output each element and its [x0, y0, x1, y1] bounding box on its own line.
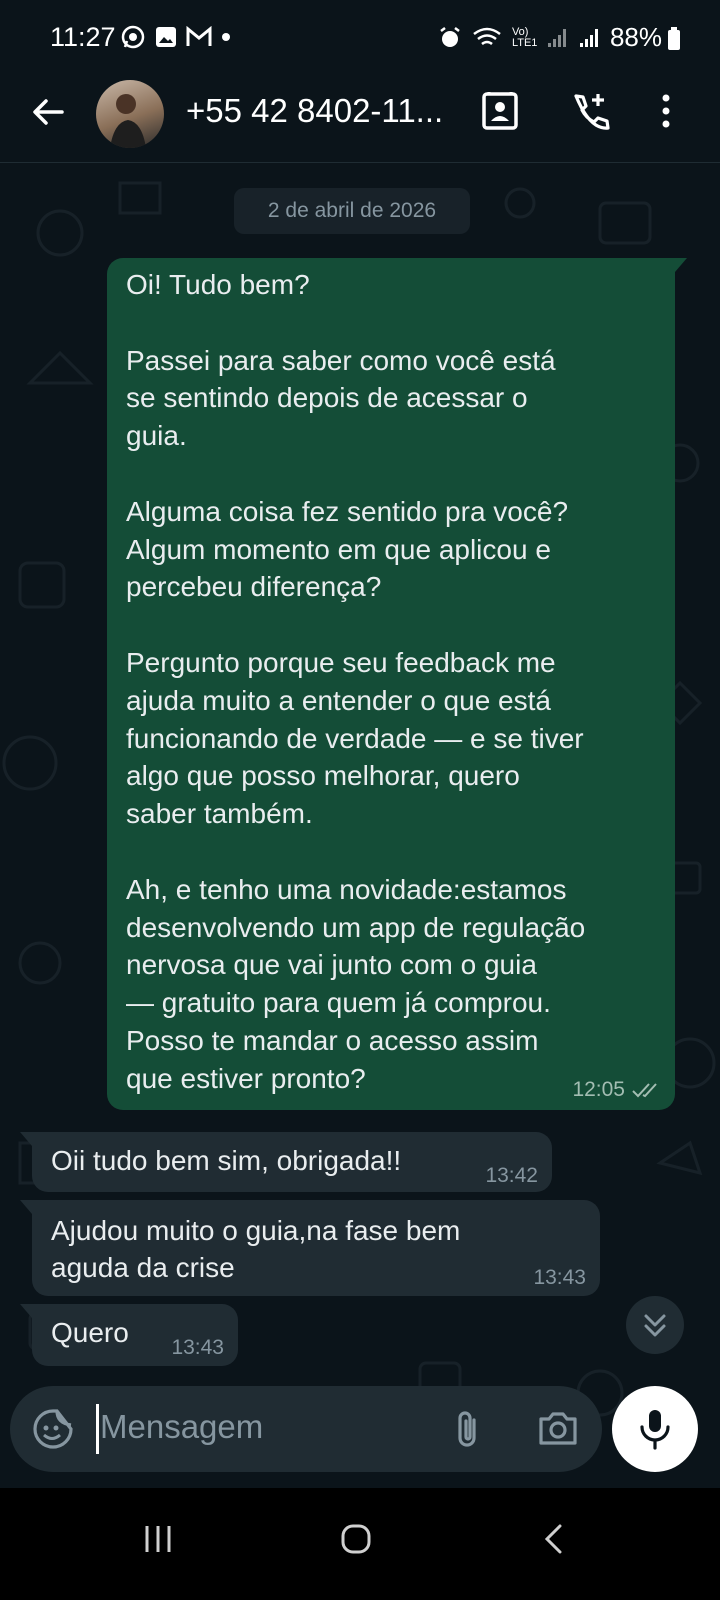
- contact-card-icon[interactable]: [480, 90, 520, 132]
- system-nav-bar: [0, 1488, 720, 1600]
- system-icons: Vo) LTE1 88%: [438, 22, 662, 53]
- message-time: 13:43: [171, 1336, 224, 1359]
- message-meta: 12:05: [572, 1078, 661, 1102]
- message-text: Oii tudo bem sim, obrigada!!: [51, 1145, 402, 1176]
- home-icon[interactable]: [340, 1524, 372, 1554]
- back-arrow-icon[interactable]: [28, 92, 68, 132]
- text-cursor: [96, 1404, 99, 1454]
- mic-icon: [640, 1410, 670, 1450]
- message-time: 12:05: [572, 1078, 625, 1101]
- incoming-message[interactable]: Oii tudo bem sim, obrigada!! 13:42: [20, 1132, 552, 1192]
- message-time: 13:42: [485, 1164, 538, 1187]
- voice-message-button[interactable]: [612, 1386, 698, 1472]
- status-bar: 11:27 Vo) LTE1 88%: [0, 0, 720, 80]
- date-chip: 2 de abril de 2026: [234, 188, 470, 234]
- network-label: Vo) LTE1: [511, 25, 538, 49]
- contact-name[interactable]: +55 42 8402-11...: [186, 92, 443, 130]
- message-time: 13:43: [533, 1266, 586, 1289]
- message-text: Ajudou muito o guia,na fase bem aguda da…: [51, 1215, 461, 1283]
- scroll-to-bottom-button[interactable]: [626, 1296, 684, 1354]
- double-check-icon: [632, 1083, 657, 1098]
- camera-icon[interactable]: [538, 1410, 578, 1446]
- message-composer[interactable]: Mensagem: [10, 1386, 602, 1472]
- notification-icons: [120, 24, 232, 50]
- add-call-icon[interactable]: [568, 90, 610, 132]
- attach-icon[interactable]: [450, 1408, 486, 1450]
- incoming-message[interactable]: Quero 13:43: [20, 1304, 238, 1366]
- double-chevron-down-icon: [644, 1314, 666, 1337]
- gallery-icon: [156, 27, 176, 47]
- battery-icon: [668, 27, 680, 50]
- battery-percent: 88%: [609, 22, 662, 52]
- gmail-icon: [186, 26, 212, 46]
- signal-icon: [547, 28, 566, 47]
- whatsapp-icon: [121, 25, 145, 49]
- more-vert-icon[interactable]: [660, 90, 672, 132]
- message-text: Oi! Tudo bem? Passei para saber como voc…: [126, 269, 586, 1094]
- back-icon[interactable]: [540, 1524, 566, 1554]
- recents-icon[interactable]: [142, 1524, 174, 1554]
- signal-icon: [579, 28, 598, 47]
- outgoing-message[interactable]: Oi! Tudo bem? Passei para saber como voc…: [107, 258, 687, 1110]
- alarm-icon: [440, 26, 460, 47]
- chat-header: +55 42 8402-11...: [0, 80, 720, 162]
- message-text: Quero: [51, 1317, 129, 1348]
- message-input[interactable]: Mensagem: [100, 1408, 263, 1446]
- sticker-emoji-icon[interactable]: [32, 1408, 74, 1450]
- wifi-6-icon: [473, 27, 501, 45]
- avatar[interactable]: [96, 80, 164, 148]
- dot-icon: [222, 33, 230, 41]
- incoming-message[interactable]: Ajudou muito o guia,na fase bem aguda da…: [20, 1200, 600, 1296]
- header-divider: [0, 162, 720, 163]
- status-time: 11:27: [50, 22, 116, 52]
